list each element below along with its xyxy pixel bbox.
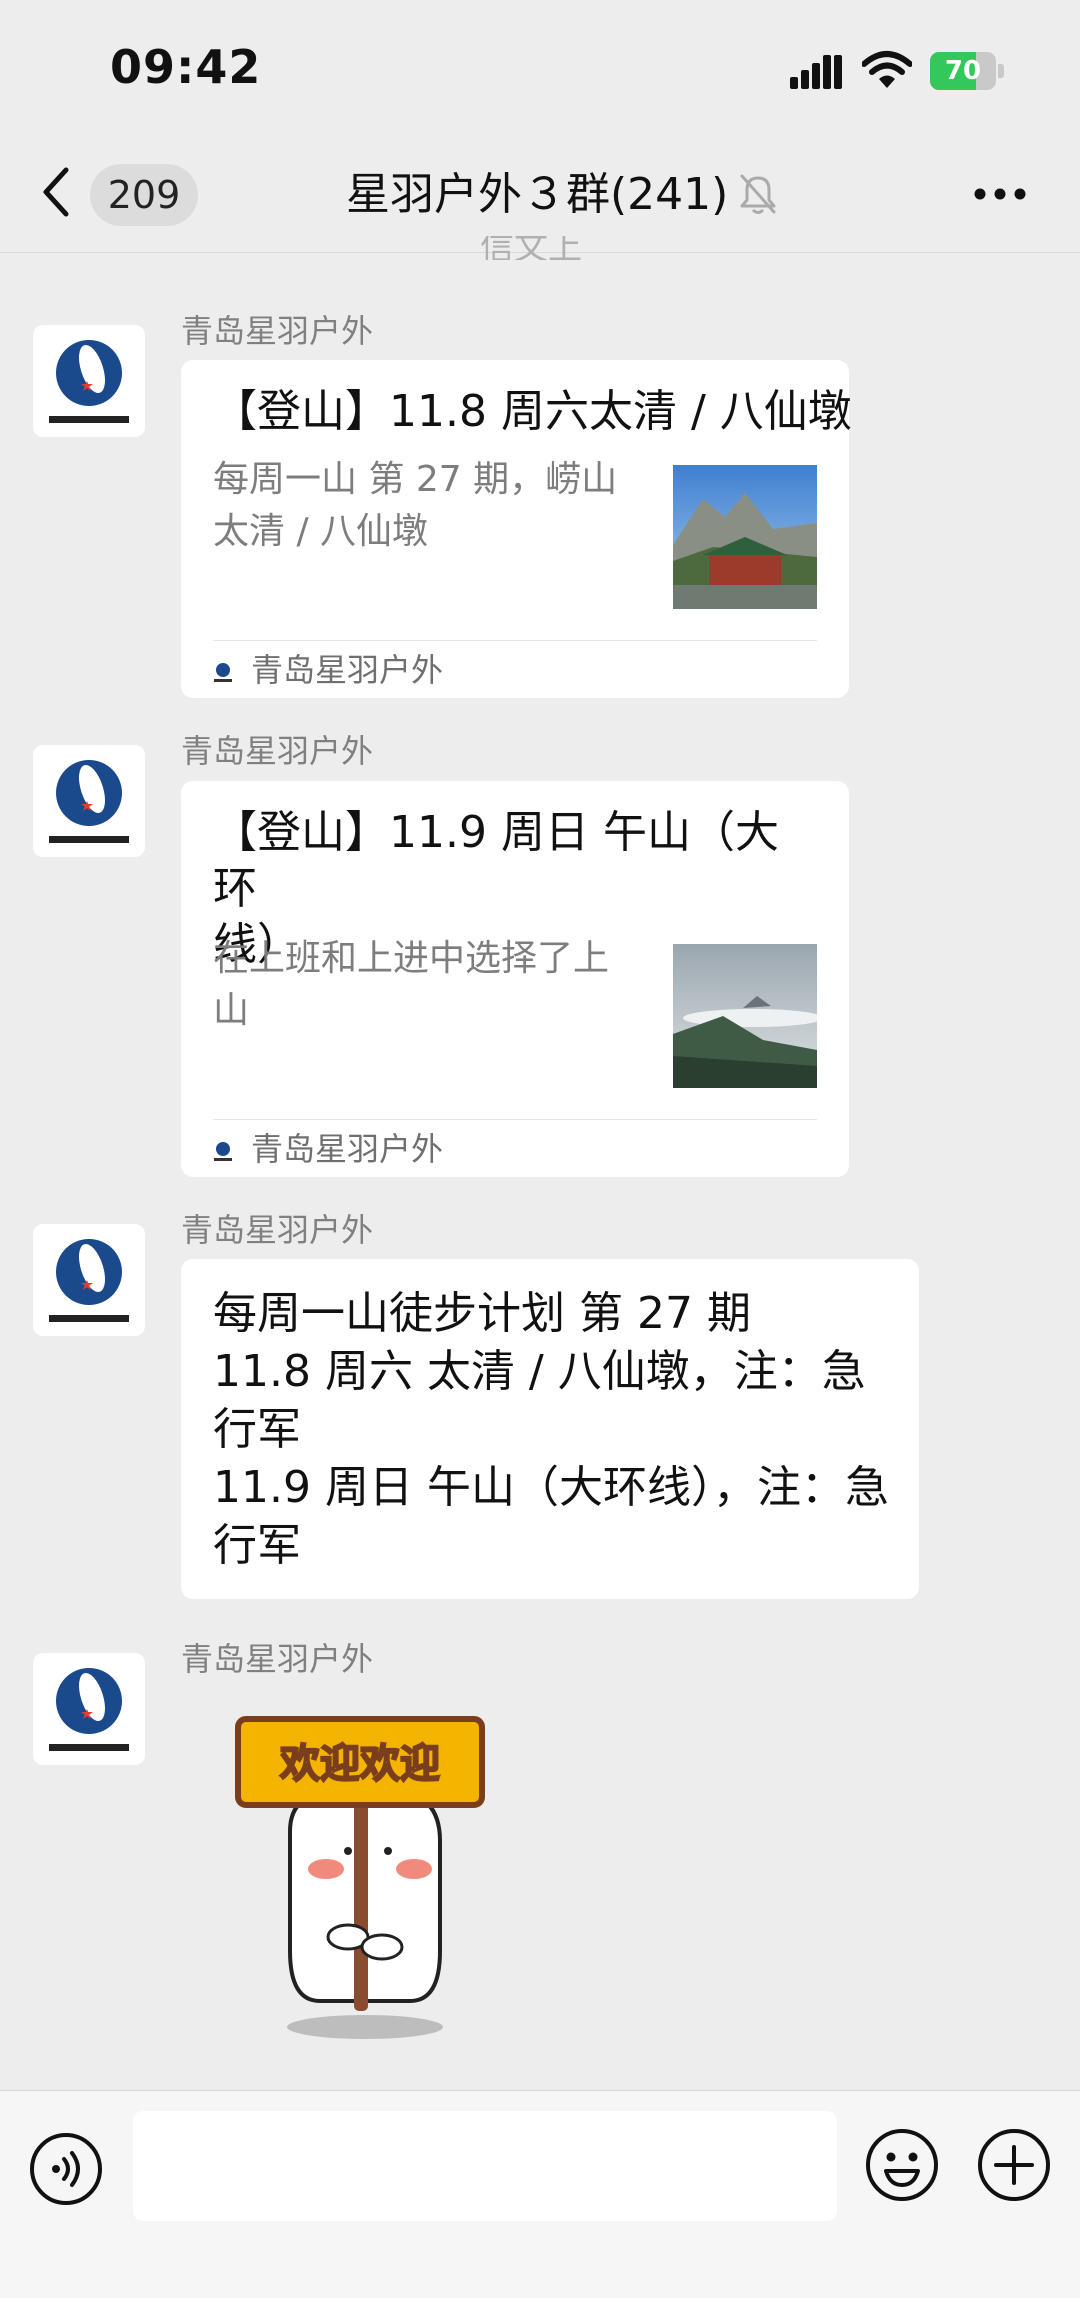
source-logo-icon [214,1142,232,1161]
club-logo-icon [49,340,129,423]
link-card[interactable]: 【登山】11.8 周六太清 / 八仙墩 每周一山 第 27 期，崂山 太清 / … [181,360,852,698]
message-line: 11.8 周六 太清 / 八仙墩，注：急 [213,1346,866,1397]
message-line: 行军 [213,1404,301,1455]
status-bar: 09:42 70 [0,0,1080,140]
card-thumbnail [673,465,817,609]
text-message[interactable]: 每周一山徒步计划 第 27 期 11.8 周六 太清 / 八仙墩，注：急 行军 … [181,1259,919,1599]
bell-off-icon [740,174,776,214]
battery-level-text: 70 [944,56,982,86]
message-input[interactable] [133,2111,837,2221]
card-source: 青岛星羽户外 [213,650,443,690]
message-line: 行军 [213,1520,301,1571]
chat-message-list[interactable]: 青岛星羽户外 【登山】11.8 周六太清 / 八仙墩 每周一山 第 27 期，崂… [0,253,1080,2090]
link-card[interactable]: 【登山】11.9 周日 午山（大环 线） 在上班和上进中选择了上 山 青岛星羽户… [181,781,849,1177]
plus-icon[interactable] [976,2127,1052,2203]
welcome-sticker[interactable]: 欢迎欢迎 [230,1711,500,2041]
club-logo-icon [49,760,129,843]
more-icon[interactable] [972,176,1028,212]
card-description: 在上班和上进中选择了上 山 [213,938,610,1031]
source-logo-icon [214,663,232,682]
sender-name: 青岛星羽户外 [181,312,374,350]
sender-avatar[interactable] [33,1653,145,1765]
sender-avatar[interactable] [33,325,145,437]
card-title: 【登山】11.8 周六太清 / 八仙墩 [213,386,852,437]
voice-icon[interactable] [28,2131,104,2207]
card-thumbnail [673,944,817,1088]
sender-name: 青岛星羽户外 [181,1211,374,1249]
card-source: 青岛星羽户外 [213,1129,443,1169]
battery-indicator: 70 [930,52,1004,90]
unread-count-badge[interactable]: 209 [90,164,198,226]
message-line: 每周一山徒步计划 第 27 期 [213,1288,751,1339]
message-input-bar [0,2090,1080,2298]
message-line: 11.9 周日 午山（大环线），注：急 [213,1462,889,1513]
signal-icon [790,55,842,89]
sender-avatar[interactable] [33,745,145,857]
sticker-text: 欢迎欢迎 [279,1741,440,1787]
sender-name: 青岛星羽户外 [181,732,374,770]
sender-name: 青岛星羽户外 [181,1640,374,1678]
sender-avatar[interactable] [33,1224,145,1336]
card-description: 每周一山 第 27 期，崂山 太清 / 八仙墩 [213,459,618,552]
club-logo-icon [49,1239,129,1322]
wifi-icon [862,51,912,88]
chevron-left-icon[interactable] [40,164,72,220]
page-title: 星羽户外３群(241) [346,169,729,220]
status-time: 09:42 [110,40,262,94]
club-logo-icon [49,1668,129,1751]
emoji-icon[interactable] [864,2127,940,2203]
